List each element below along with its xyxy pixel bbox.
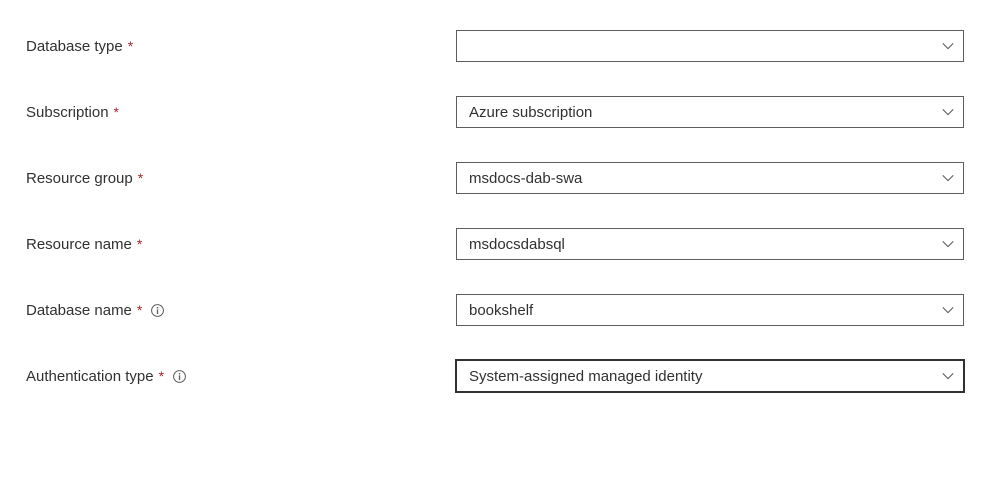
label-text: Database name xyxy=(26,302,132,319)
select-value: bookshelf xyxy=(469,302,533,319)
label-database-type: Database type * xyxy=(26,38,456,55)
required-asterisk: * xyxy=(138,170,143,186)
database-name-select[interactable]: bookshelf xyxy=(456,294,964,326)
chevron-down-icon xyxy=(941,39,955,53)
required-asterisk: * xyxy=(128,38,133,54)
label-authentication-type: Authentication type * xyxy=(26,368,456,385)
info-icon[interactable] xyxy=(150,303,165,318)
required-asterisk: * xyxy=(159,368,164,384)
required-asterisk: * xyxy=(137,236,142,252)
select-value: System-assigned managed identity xyxy=(469,368,702,385)
required-asterisk: * xyxy=(137,302,142,318)
select-value: msdocsdabsql xyxy=(469,236,565,253)
form-row-subscription: Subscription * Azure subscription xyxy=(26,96,974,128)
label-resource-group: Resource group * xyxy=(26,170,456,187)
label-text: Subscription xyxy=(26,104,109,121)
form-row-resource-group: Resource group * msdocs-dab-swa xyxy=(26,162,974,194)
database-type-select[interactable] xyxy=(456,30,964,62)
resource-group-select[interactable]: msdocs-dab-swa xyxy=(456,162,964,194)
label-text: Resource group xyxy=(26,170,133,187)
subscription-select[interactable]: Azure subscription xyxy=(456,96,964,128)
label-text: Authentication type xyxy=(26,368,154,385)
label-text: Database type xyxy=(26,38,123,55)
required-asterisk: * xyxy=(114,104,119,120)
form-row-resource-name: Resource name * msdocsdabsql xyxy=(26,228,974,260)
form-row-database-type: Database type * xyxy=(26,30,974,62)
select-value: Azure subscription xyxy=(469,104,592,121)
label-database-name: Database name * xyxy=(26,302,456,319)
form-row-database-name: Database name * bookshelf xyxy=(26,294,974,326)
form-row-authentication-type: Authentication type * System-assigned ma… xyxy=(26,360,974,392)
label-subscription: Subscription * xyxy=(26,104,456,121)
label-resource-name: Resource name * xyxy=(26,236,456,253)
authentication-type-select[interactable]: System-assigned managed identity xyxy=(456,360,964,392)
select-value: msdocs-dab-swa xyxy=(469,170,582,187)
label-text: Resource name xyxy=(26,236,132,253)
chevron-down-icon xyxy=(941,171,955,185)
chevron-down-icon xyxy=(941,105,955,119)
resource-name-select[interactable]: msdocsdabsql xyxy=(456,228,964,260)
chevron-down-icon xyxy=(941,303,955,317)
info-icon[interactable] xyxy=(172,369,187,384)
chevron-down-icon xyxy=(941,237,955,251)
chevron-down-icon xyxy=(941,369,955,383)
